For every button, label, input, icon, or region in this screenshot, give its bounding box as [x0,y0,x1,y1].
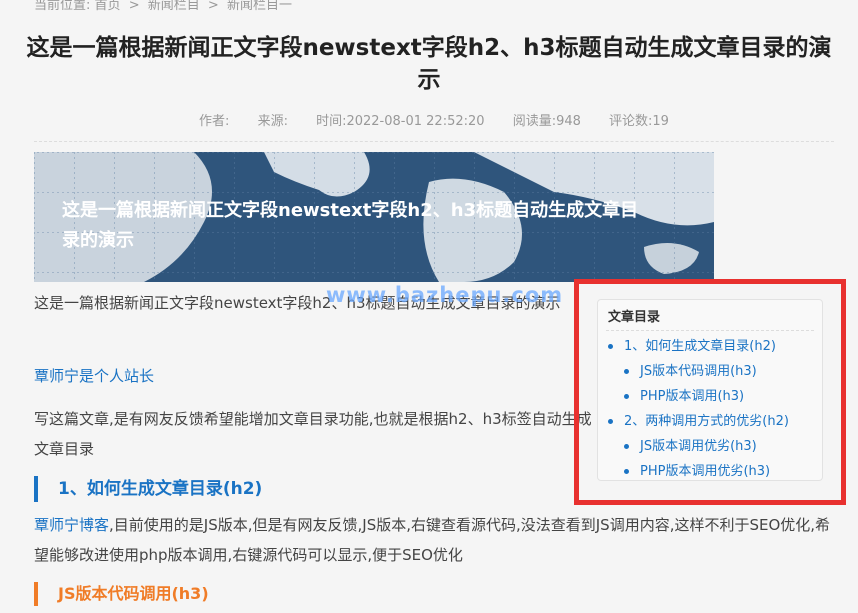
meta-comments: 评论数:19 [609,114,669,129]
toc-item[interactable]: 2、两种调用方式的优劣(h2) [598,409,822,434]
bullet-icon [624,444,629,449]
article-meta: 作者: 来源: 时间:2022-08-01 22:52:20 阅读量:948 评… [34,110,834,129]
toc-item-label: PHP版本调用(h3) [640,389,745,404]
article-title: 这是一篇根据新闻正文字段newstext字段h2、h3标题自动生成文章目录的演示 [26,35,832,93]
banner-title: 这是一篇根据新闻正文字段newstext字段h2、h3标题自动生成文章目录的演示 [62,200,639,251]
table-of-contents: 文章目录 1、如何生成文章目录(h2) JS版本代码调用(h3) PHP版本调用… [597,299,823,481]
toc-item[interactable]: 1、如何生成文章目录(h2) [598,334,822,359]
bullet-icon [624,469,629,474]
meta-views: 阅读量:948 [512,114,581,129]
bullet-icon [624,394,629,399]
meta-source: 来源: [257,114,288,129]
bullet-icon [624,369,629,374]
breadcrumb-subcategory-link[interactable]: 新闻栏目一 [227,0,292,13]
body-paragraph: 写这篇文章,是有网友反馈希望能增加文章目录功能,也就是根据h2、h3标签自动生成… [34,410,592,458]
section-heading-h2: 1、如何生成文章目录(h2) [34,476,458,502]
toc-divider [606,330,814,331]
watermark: www.bazhepu.com [326,283,564,307]
blog-link[interactable]: 覃师宁博客 [34,516,109,534]
toc-item[interactable]: JS版本调用优劣(h3) [598,434,822,459]
breadcrumb-label: 当前位置: [34,0,91,13]
section-heading-h3: JS版本代码调用(h3) [34,582,458,606]
bullet-icon [608,344,613,349]
toc-title: 文章目录 [608,310,661,325]
breadcrumb-separator: > [207,0,219,13]
breadcrumb-category-link[interactable]: 新闻栏目 [148,0,200,13]
bullet-icon [608,419,613,424]
breadcrumb-home-link[interactable]: 首页 [95,0,121,13]
meta-divider [34,141,834,142]
breadcrumb: 当前位置: 首页 > 新闻栏目 > 新闻栏目一 [34,0,292,13]
body-paragraph-2: 覃师宁博客,目前使用的是JS版本,但是有网友反馈,JS版本,右键查看源代码,没法… [34,510,834,570]
author-link[interactable]: 覃师宁是个人站长 [34,362,154,390]
toc-item-label: 1、如何生成文章目录(h2) [624,339,776,354]
toc-list: 1、如何生成文章目录(h2) JS版本代码调用(h3) PHP版本调用(h3) … [598,334,822,484]
toc-item-label: JS版本代码调用(h3) [640,364,757,379]
meta-author: 作者: [199,114,230,129]
breadcrumb-separator: > [128,0,140,13]
toc-item[interactable]: JS版本代码调用(h3) [598,359,822,384]
toc-item-label: 2、两种调用方式的优劣(h2) [624,414,789,429]
toc-item-label: JS版本调用优劣(h3) [640,439,757,454]
toc-item[interactable]: PHP版本调用优劣(h3) [598,459,822,484]
article-banner: 这是一篇根据新闻正文字段newstext字段h2、h3标题自动生成文章目录的演示 [34,152,714,282]
toc-item-label: PHP版本调用优劣(h3) [640,464,771,479]
body-paragraph-2-text: ,目前使用的是JS版本,但是有网友反馈,JS版本,右键查看源代码,没法查看到JS… [34,516,831,564]
meta-time: 时间:2022-08-01 22:52:20 [316,114,485,129]
toc-item[interactable]: PHP版本调用(h3) [598,384,822,409]
